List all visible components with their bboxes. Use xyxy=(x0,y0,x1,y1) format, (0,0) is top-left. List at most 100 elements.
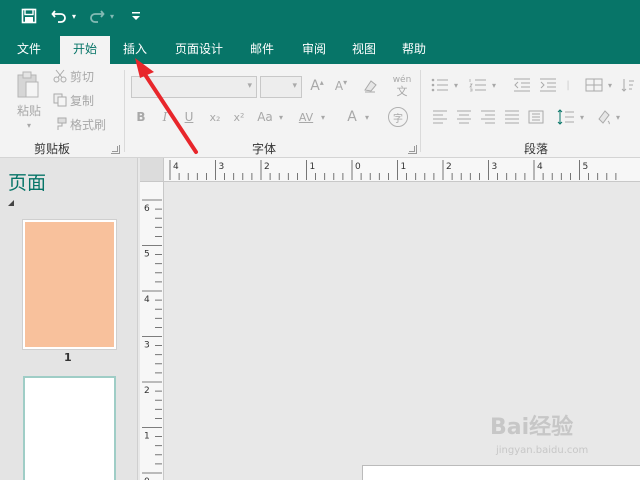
save-icon[interactable] xyxy=(20,7,38,25)
chinese-layout-icon[interactable] xyxy=(584,76,604,94)
group-separator xyxy=(420,70,421,152)
line-spacing-dropdown-icon[interactable]: ▾ xyxy=(578,108,586,126)
watermark: Bai经验 jingyan.baidu.com xyxy=(490,405,630,465)
change-case-button[interactable]: Aa xyxy=(254,108,276,126)
ruler-label: 2 xyxy=(264,162,270,172)
tab-home[interactable]: 开始 xyxy=(60,36,110,64)
ruler-label: 4 xyxy=(173,162,179,172)
paste-icon[interactable] xyxy=(14,70,42,100)
ruler-label: 3 xyxy=(219,162,225,172)
copy-icon[interactable] xyxy=(52,92,68,108)
char-spacing-button[interactable]: AV xyxy=(296,108,316,126)
tab-view[interactable]: 视图 xyxy=(342,34,386,64)
numbering-dropdown-icon[interactable]: ▾ xyxy=(490,76,498,94)
paste-dropdown-icon[interactable]: ▾ xyxy=(24,120,34,130)
horizontal-ruler[interactable]: 4 3 2 1 0 1 2 3 4 5 xyxy=(164,158,640,182)
shrink-font-icon[interactable]: A ▾ xyxy=(332,76,350,96)
superscript-button[interactable]: x² xyxy=(230,108,248,126)
collapse-triangle-icon[interactable] xyxy=(8,200,14,206)
grow-font-icon[interactable]: A ▴ xyxy=(308,76,326,96)
ruler-label: 0 xyxy=(355,162,361,172)
decrease-indent-icon[interactable] xyxy=(512,76,532,94)
page-edge xyxy=(362,465,640,480)
ruler-label: 4 xyxy=(537,162,543,172)
align-right-icon[interactable] xyxy=(478,108,498,126)
title-bar: ▾ ▾ xyxy=(0,0,640,34)
subscript-button[interactable]: x₂ xyxy=(206,108,224,126)
tab-insert[interactable]: 插入 xyxy=(112,34,158,64)
ruler-label: 5 xyxy=(583,162,589,172)
ruler-label: 1 xyxy=(401,162,407,172)
italic-button[interactable]: I xyxy=(158,108,172,126)
undo-icon[interactable] xyxy=(50,7,68,25)
tab-help[interactable]: 帮助 xyxy=(392,34,436,64)
paste-button[interactable]: 粘贴 xyxy=(14,102,44,118)
watermark-url: jingyan.baidu.com xyxy=(496,445,589,456)
undo-dropdown-icon[interactable]: ▾ xyxy=(70,7,78,25)
increase-indent-icon[interactable] xyxy=(538,76,558,94)
pages-pane-title: 页面 xyxy=(8,172,47,194)
font-color-button[interactable]: A xyxy=(344,108,360,126)
clipboard-group-label: 剪贴板 xyxy=(34,142,71,156)
ruler-label: 2 xyxy=(144,386,150,396)
pages-pane: 页面 1 xyxy=(0,158,138,480)
chevron-down-icon: ▾ xyxy=(292,81,297,91)
tab-review[interactable]: 审阅 xyxy=(292,34,336,64)
ruler-label: 2 xyxy=(446,162,452,172)
cut-icon[interactable] xyxy=(52,68,68,84)
line-spacing-icon[interactable] xyxy=(556,108,576,126)
distributed-icon[interactable] xyxy=(526,108,546,126)
numbering-icon[interactable] xyxy=(468,76,488,94)
ruler-label: 1 xyxy=(144,432,150,442)
justify-icon[interactable] xyxy=(502,108,522,126)
sort-icon[interactable] xyxy=(620,76,636,94)
page-thumbnail-2[interactable] xyxy=(23,376,116,480)
chinese-layout-dropdown-icon[interactable]: ▾ xyxy=(606,76,614,94)
font-color-dropdown-icon[interactable]: ▾ xyxy=(362,108,372,126)
ruler-label: 3 xyxy=(492,162,498,172)
vertical-ruler-ticks: 6543210 xyxy=(142,199,162,480)
align-center-icon[interactable] xyxy=(454,108,474,126)
tab-file[interactable]: 文件 xyxy=(6,34,52,64)
font-group-label: 字体 xyxy=(252,142,277,156)
ruler-label: 4 xyxy=(144,295,150,305)
clear-format-icon[interactable] xyxy=(360,76,380,96)
ruler-corner xyxy=(140,158,164,182)
page-thumbnail-1-number: 1 xyxy=(64,351,72,364)
redo-dropdown-icon[interactable]: ▾ xyxy=(108,7,116,25)
cut-button[interactable]: 剪切 xyxy=(70,68,100,84)
page-thumbnail-1[interactable] xyxy=(22,219,117,350)
paragraph-group-label: 段落 xyxy=(524,142,549,156)
change-case-dropdown-icon[interactable]: ▾ xyxy=(276,108,286,126)
enclose-characters-button[interactable]: 字 xyxy=(388,107,408,127)
ribbon-tabs: 文件 开始 插入 页面设计 邮件 审阅 视图 帮助 xyxy=(0,34,640,64)
shading-icon[interactable] xyxy=(594,108,614,126)
font-launcher-icon[interactable] xyxy=(408,145,417,154)
phonetic-guide-icon[interactable]: wén 文 xyxy=(390,72,414,100)
ruler-label: 5 xyxy=(144,250,150,260)
group-divider-icon: | xyxy=(566,79,570,91)
ruler-label: 1 xyxy=(310,162,316,172)
underline-button[interactable]: U xyxy=(182,108,196,126)
format-painter-icon[interactable] xyxy=(52,116,68,132)
bullets-icon[interactable] xyxy=(430,76,450,94)
tab-mailings[interactable]: 邮件 xyxy=(240,34,284,64)
redo-icon[interactable] xyxy=(88,7,106,25)
format-painter-button[interactable]: 格式刷 xyxy=(70,116,110,132)
shading-dropdown-icon[interactable]: ▾ xyxy=(614,108,622,126)
align-left-icon[interactable] xyxy=(430,108,450,126)
clipboard-launcher-icon[interactable] xyxy=(111,145,120,154)
ruler-label: 3 xyxy=(144,341,150,351)
bold-button[interactable]: B xyxy=(134,108,148,126)
char-spacing-dropdown-icon[interactable]: ▾ xyxy=(318,108,328,126)
bullets-dropdown-icon[interactable]: ▾ xyxy=(452,76,460,94)
horizontal-ruler-ticks: 4 3 2 1 0 1 2 3 4 5 xyxy=(169,160,617,180)
chevron-down-icon: ▾ xyxy=(247,81,252,91)
tab-page-design[interactable]: 页面设计 xyxy=(168,34,230,64)
font-size-combo[interactable]: ▾ xyxy=(260,76,302,98)
ruler-label: 6 xyxy=(144,204,150,214)
vertical-ruler[interactable]: 6543210 xyxy=(140,182,164,480)
copy-button[interactable]: 复制 xyxy=(70,92,100,108)
font-name-combo[interactable]: ▾ xyxy=(131,76,257,98)
customize-icon[interactable] xyxy=(130,7,142,25)
